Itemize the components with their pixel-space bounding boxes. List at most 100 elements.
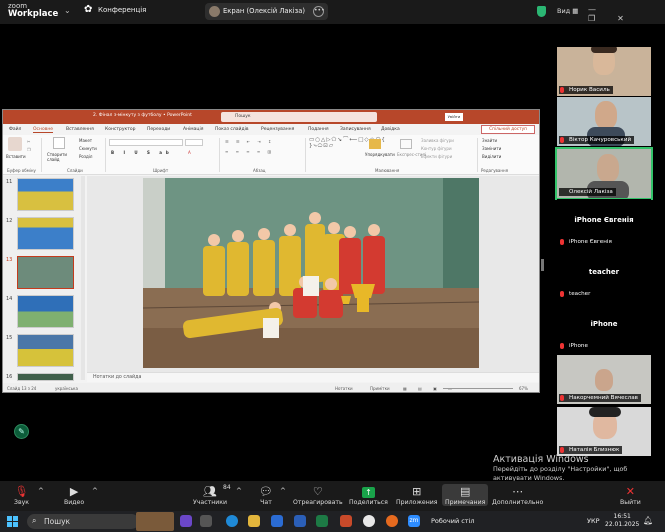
shape-effects-button[interactable]: Ефекти фігури bbox=[421, 154, 452, 159]
conference-label[interactable]: Конференція bbox=[98, 6, 146, 14]
slide-thumbnail-selected[interactable] bbox=[17, 256, 74, 289]
replace-button[interactable]: Замінити bbox=[482, 146, 501, 151]
more-options-icon[interactable]: ••• bbox=[313, 6, 325, 17]
comments-toggle[interactable]: Примітки bbox=[370, 386, 390, 391]
slide-thumbnail[interactable] bbox=[17, 178, 74, 211]
minimize-icon[interactable]: — bbox=[588, 5, 618, 14]
section-button[interactable]: Розділ bbox=[79, 154, 92, 159]
menu-help[interactable]: Довідка bbox=[381, 127, 400, 132]
edge-icon[interactable] bbox=[226, 515, 238, 527]
participant-tile[interactable]: Віктор Качуровський bbox=[557, 97, 651, 146]
arrange-icon[interactable] bbox=[369, 139, 381, 149]
paste-icon[interactable] bbox=[8, 137, 22, 151]
video-button[interactable]: ▶︎ Видео bbox=[64, 484, 84, 506]
reset-button[interactable]: Скинути bbox=[79, 146, 97, 151]
slide-photo-team[interactable] bbox=[143, 178, 479, 368]
window-controls[interactable]: —❐✕ bbox=[588, 5, 665, 23]
notes-pane[interactable]: Нотатки до слайда bbox=[87, 372, 539, 382]
notification-bell-icon[interactable]: 🔔︎ bbox=[643, 516, 653, 525]
audio-options-chevron-icon[interactable]: ^ bbox=[38, 487, 44, 495]
windows-start-icon[interactable] bbox=[7, 516, 18, 527]
participants-options-chevron-icon[interactable]: ^ bbox=[236, 487, 242, 495]
react-button[interactable]: ♡ Отреагировать bbox=[293, 484, 343, 506]
participants-button[interactable]: 👥︎ 84 Участники bbox=[193, 484, 231, 506]
firefox-icon[interactable] bbox=[386, 515, 398, 527]
new-slide-button[interactable]: Створити слайд bbox=[47, 152, 73, 162]
copy-icon[interactable]: ❐ bbox=[27, 147, 31, 152]
participant-tile[interactable]: Наталія Близнюк bbox=[557, 407, 651, 456]
chat-button[interactable]: 💬︎ Чат bbox=[259, 484, 273, 506]
search-highlight-image[interactable] bbox=[136, 512, 174, 531]
zoom-app-icon[interactable]: zm bbox=[408, 515, 420, 527]
menu-animation[interactable]: Анімація bbox=[183, 127, 203, 132]
powerpoint-icon[interactable] bbox=[340, 515, 352, 527]
menu-slideshow[interactable]: Показ слайдів bbox=[215, 127, 248, 132]
slide-thumbnail[interactable] bbox=[17, 373, 74, 381]
zoom-slider[interactable] bbox=[443, 388, 513, 389]
security-shield-icon[interactable] bbox=[537, 6, 546, 17]
shape-fill-button[interactable]: Заливка фігури bbox=[421, 138, 454, 143]
annotate-pencil-icon[interactable]: ✎ bbox=[14, 424, 29, 439]
ppt-share-button[interactable]: Спільний доступ bbox=[481, 125, 535, 134]
word-icon[interactable] bbox=[294, 515, 306, 527]
chrome-icon[interactable] bbox=[363, 515, 375, 527]
participant-tile[interactable]: teacher teacher bbox=[557, 251, 651, 300]
maximize-icon[interactable]: ❐ bbox=[588, 14, 617, 23]
leave-button[interactable]: ✕ Выйти bbox=[620, 484, 641, 506]
menu-review[interactable]: Рецензування bbox=[261, 127, 294, 132]
slide-thumbnail[interactable] bbox=[17, 334, 74, 367]
taskbar-clock[interactable]: 16:51 22.01.2025 bbox=[605, 513, 639, 529]
more-button[interactable]: ⋯ Дополнительно bbox=[492, 484, 543, 506]
font-format-buttons[interactable]: B I U S ab bbox=[111, 150, 173, 155]
thumbnails-scrollbar[interactable] bbox=[81, 176, 85, 380]
ppt-search-input[interactable]: Пошук bbox=[221, 112, 377, 122]
menu-record[interactable]: Записування bbox=[340, 127, 371, 132]
font-size-select[interactable] bbox=[185, 139, 203, 146]
copilot-icon[interactable] bbox=[180, 515, 192, 527]
participant-tile-active-speaker[interactable]: Олексій Лакіза bbox=[555, 147, 653, 200]
select-button[interactable]: Виділити bbox=[482, 154, 501, 159]
font-name-select[interactable] bbox=[109, 139, 183, 146]
arrange-button[interactable]: Упорядкувати bbox=[365, 152, 395, 157]
menu-insert[interactable]: Вставлення bbox=[66, 127, 94, 132]
slide-thumbnail[interactable] bbox=[17, 217, 74, 250]
notes-button[interactable]: ▤ Примечания bbox=[442, 484, 489, 506]
notes-toggle[interactable]: Нотатки bbox=[335, 386, 353, 391]
participant-tile[interactable]: Норик Василь bbox=[557, 47, 651, 96]
excel-icon[interactable] bbox=[316, 515, 328, 527]
zoom-level[interactable]: 67% bbox=[519, 386, 528, 391]
menu-transitions[interactable]: Переходи bbox=[147, 127, 170, 132]
desktop-label[interactable]: Робочий стіл bbox=[431, 517, 475, 525]
close-icon[interactable]: ✕ bbox=[617, 14, 646, 23]
quick-styles-icon[interactable] bbox=[400, 139, 412, 149]
participant-tile[interactable]: Накорчемний Вячеслав bbox=[557, 355, 651, 404]
file-explorer-icon[interactable] bbox=[248, 515, 260, 527]
menu-home[interactable]: Основне bbox=[33, 127, 54, 133]
conference-icon[interactable]: ✿ bbox=[84, 4, 92, 15]
slide-thumbnail[interactable] bbox=[17, 295, 74, 328]
share-screen-button[interactable]: ↑ Поделиться bbox=[349, 484, 388, 506]
language-status[interactable]: українська bbox=[55, 386, 78, 391]
align-buttons[interactable]: ≡ ≡ ≡ ≡ ▥ bbox=[225, 149, 274, 154]
video-options-chevron-icon[interactable]: ^ bbox=[92, 487, 98, 495]
panel-resize-handle[interactable] bbox=[541, 259, 544, 271]
menu-view[interactable]: Подання bbox=[308, 127, 329, 132]
chevron-down-icon[interactable]: ⌄ bbox=[64, 6, 71, 15]
chat-options-chevron-icon[interactable]: ^ bbox=[280, 487, 286, 495]
shape-outline-button[interactable]: Контур фігури bbox=[421, 146, 452, 151]
view-menu[interactable]: Вид ▦ bbox=[557, 7, 578, 15]
task-view-icon[interactable] bbox=[200, 515, 212, 527]
find-button[interactable]: Знайти bbox=[482, 138, 497, 143]
list-buttons[interactable]: ☰ ☰ ⇤ ⇥ ↕ bbox=[225, 139, 274, 144]
ppt-signin-button[interactable]: Увійти bbox=[445, 113, 463, 121]
store-icon[interactable] bbox=[271, 515, 283, 527]
taskbar-search-input[interactable]: ⌕ Пошук bbox=[27, 514, 139, 529]
paste-button[interactable]: Вставити bbox=[6, 154, 26, 159]
layout-button[interactable]: Макет bbox=[79, 138, 92, 143]
cut-icon[interactable]: ✂ bbox=[27, 139, 30, 144]
menu-design[interactable]: Конструктор bbox=[105, 127, 135, 132]
keyboard-layout[interactable]: УКР bbox=[587, 517, 600, 525]
shapes-gallery[interactable]: ▭○△▷⬠↘⌒⟵□◇☆⬡{ }⤷⬭⊡▱ bbox=[309, 137, 385, 161]
apps-button[interactable]: ⊞ Приложения bbox=[396, 484, 438, 506]
menu-file[interactable]: Файл bbox=[9, 127, 21, 132]
